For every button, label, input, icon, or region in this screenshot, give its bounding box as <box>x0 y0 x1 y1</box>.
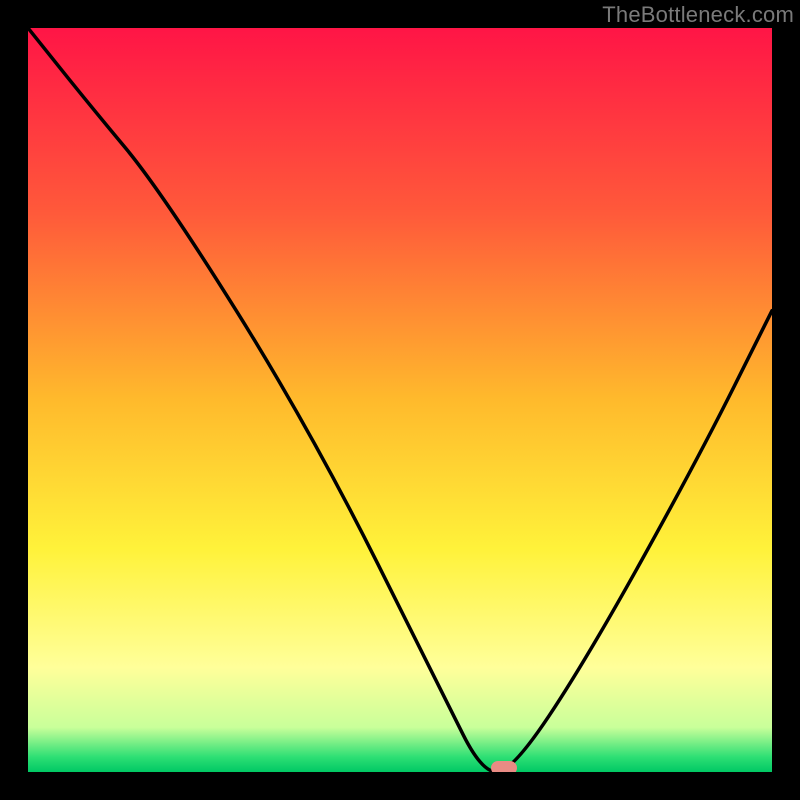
plot-area <box>28 28 772 772</box>
watermark-text: TheBottleneck.com <box>602 2 794 28</box>
chart-frame: TheBottleneck.com <box>0 0 800 800</box>
gradient-background <box>28 28 772 772</box>
plot-svg <box>28 28 772 772</box>
optimal-point-marker <box>491 761 517 772</box>
